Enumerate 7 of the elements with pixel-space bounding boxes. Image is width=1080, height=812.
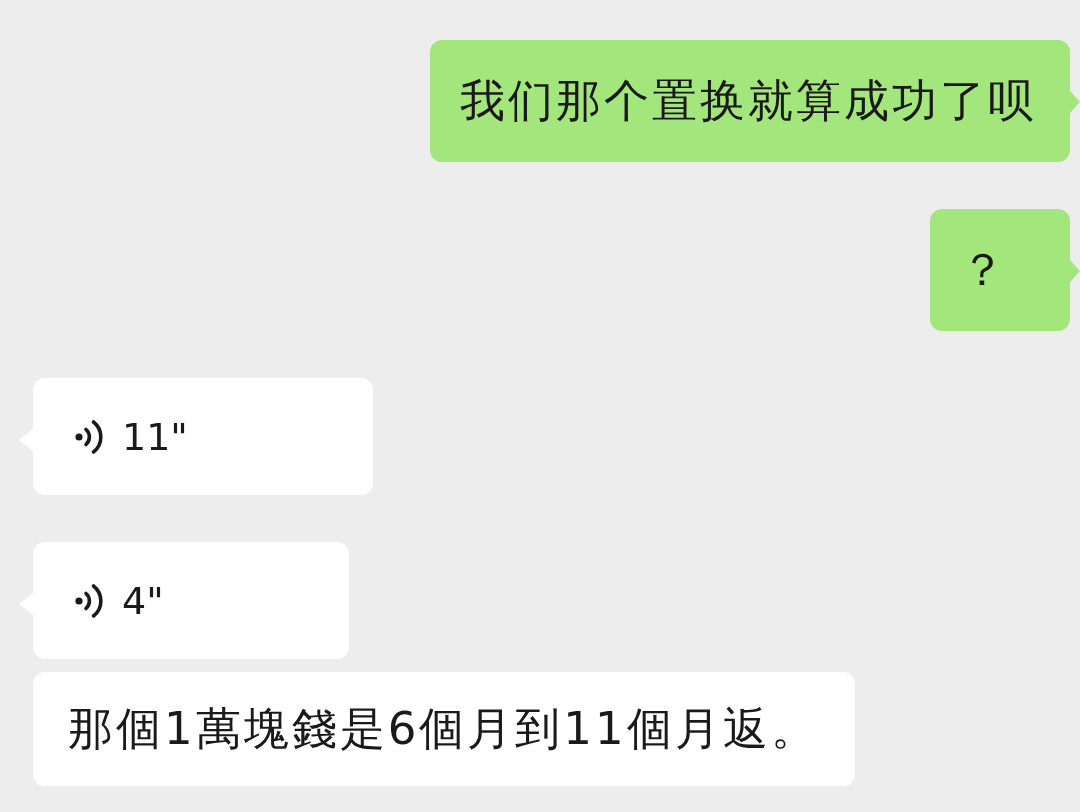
message-text: 那個1萬塊錢是6個月到11個月返。 <box>68 701 819 757</box>
voice-duration: 4" <box>122 577 164 624</box>
message-text: 我们那个置换就算成功了呗 <box>460 73 1036 129</box>
sound-wave-icon <box>75 582 103 619</box>
message-text: ？ <box>960 242 1009 298</box>
sound-wave-icon <box>75 418 103 455</box>
voice-duration: 11" <box>122 413 188 460</box>
